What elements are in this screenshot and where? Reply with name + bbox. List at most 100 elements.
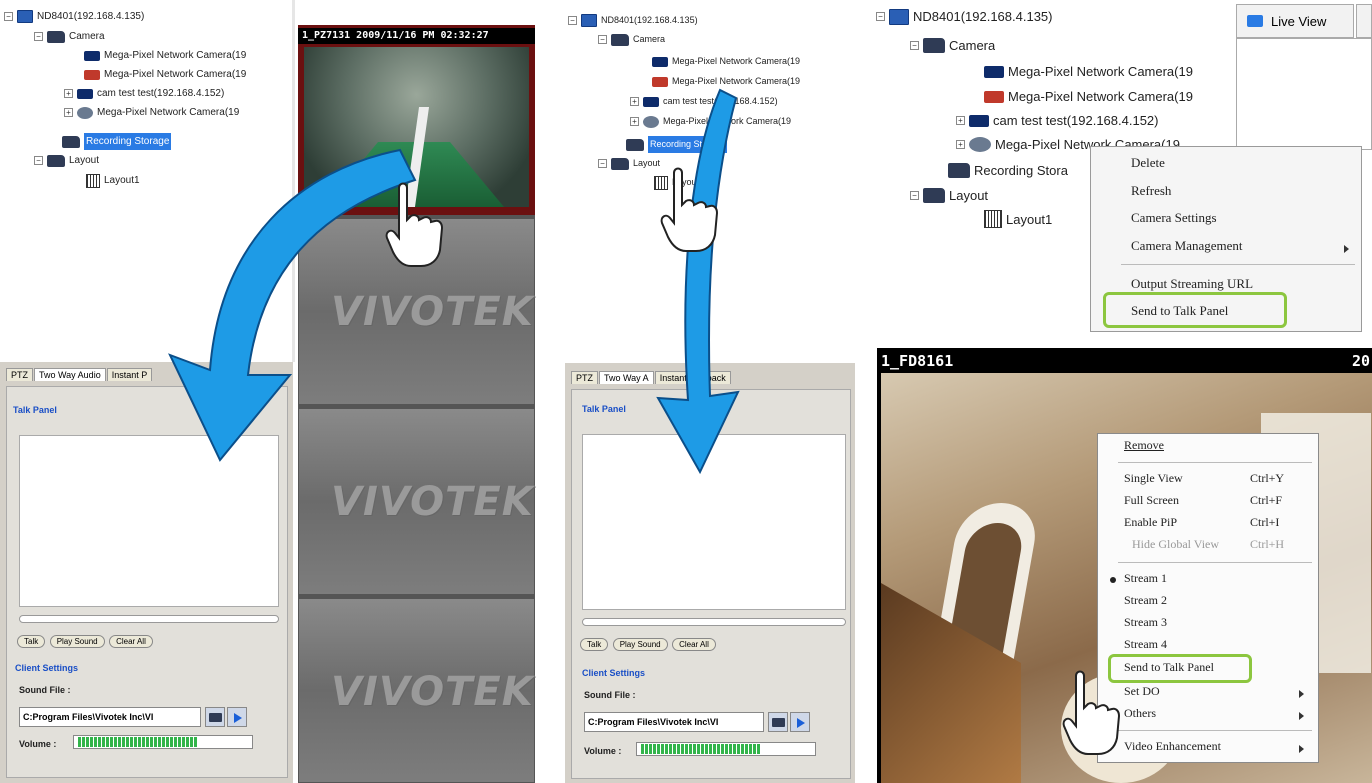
tree-item-cam1[interactable]: Mega-Pixel Network Camera(19 bbox=[672, 53, 800, 70]
sound-file-input[interactable]: C:Program Files\Vivotek Inc\VI bbox=[584, 712, 764, 732]
tree-item-layout1[interactable]: Layout1 bbox=[1006, 211, 1052, 228]
folder-icon bbox=[923, 188, 945, 203]
tree-item-layout[interactable]: Layout bbox=[69, 152, 99, 169]
dome-camera-icon bbox=[77, 106, 93, 119]
camera-icon bbox=[1247, 15, 1263, 27]
submenu-arrow-icon bbox=[1344, 245, 1349, 253]
menu-enable-pip-label: Enable PiP bbox=[1124, 515, 1177, 529]
play-file-button[interactable] bbox=[790, 712, 810, 732]
tree-item-camera[interactable]: Camera bbox=[633, 31, 665, 48]
expand-toggle[interactable]: + bbox=[64, 108, 73, 117]
nvr-icon bbox=[889, 8, 909, 25]
talk-button[interactable]: Talk bbox=[580, 638, 609, 651]
tab-instant-playback[interactable]: Instant P bbox=[106, 368, 153, 381]
tree-item-recording[interactable]: Recording Stora bbox=[974, 162, 1068, 179]
collapse-toggle[interactable]: − bbox=[910, 191, 919, 200]
expand-toggle[interactable]: + bbox=[64, 89, 73, 98]
collapse-toggle[interactable]: − bbox=[4, 12, 13, 21]
tree-item-cam4[interactable]: Mega-Pixel Network Camera(19 bbox=[97, 104, 239, 121]
talk-scrollbar[interactable] bbox=[582, 618, 846, 626]
menu-output-streaming-url[interactable]: Output Streaming URL bbox=[1091, 276, 1361, 292]
menu-full-screen[interactable]: Full Screen Ctrl+F bbox=[1098, 493, 1318, 508]
tree-item-cam1[interactable]: Mega-Pixel Network Camera(19 bbox=[1008, 63, 1193, 80]
volume-meter[interactable] bbox=[73, 735, 253, 749]
tab-ptz[interactable]: PTZ bbox=[6, 368, 33, 381]
menu-stream-1[interactable]: Stream 1 bbox=[1098, 571, 1318, 586]
tab-scroll[interactable] bbox=[1356, 4, 1372, 38]
tree-item-camera[interactable]: Camera bbox=[69, 28, 105, 45]
tree-item-cam2[interactable]: Mega-Pixel Network Camera(19 bbox=[104, 66, 246, 83]
storage-icon bbox=[948, 163, 970, 178]
menu-stream-3[interactable]: Stream 3 bbox=[1098, 615, 1318, 630]
tree-item-cam1[interactable]: Mega-Pixel Network Camera(19 bbox=[104, 47, 246, 64]
vivotek-logo: VIVOTEK bbox=[331, 669, 534, 715]
video-title-bar: 1_PZ7131 2009/11/16 PM 02:32:27 bbox=[298, 28, 535, 44]
browse-folder-button[interactable] bbox=[205, 707, 225, 727]
sound-file-label: Sound File : bbox=[19, 685, 71, 695]
menu-single-view[interactable]: Single View Ctrl+Y bbox=[1098, 471, 1318, 486]
expand-toggle[interactable]: + bbox=[630, 117, 639, 126]
tree-item-cam3[interactable]: cam test test(192.168.4.152) bbox=[97, 85, 224, 102]
menu-stream-4[interactable]: Stream 4 bbox=[1098, 637, 1318, 652]
vivotek-logo: VIVOTEK bbox=[331, 479, 534, 525]
tree-item-cam3[interactable]: cam test test(192.168.4.152) bbox=[993, 112, 1158, 129]
play-sound-button[interactable]: Play Sound bbox=[49, 635, 105, 648]
tree-item-layout1[interactable]: Layout1 bbox=[104, 172, 140, 189]
menu-separator bbox=[1118, 462, 1312, 463]
talk-button[interactable]: Talk bbox=[17, 635, 46, 648]
collapse-toggle[interactable]: − bbox=[910, 41, 919, 50]
expand-toggle[interactable]: + bbox=[956, 140, 965, 149]
highlight-send-to-talk bbox=[1103, 292, 1287, 328]
menu-enable-pip[interactable]: Enable PiP Ctrl+I bbox=[1098, 515, 1318, 530]
collapse-toggle[interactable]: − bbox=[598, 159, 607, 168]
sound-file-label: Sound File : bbox=[584, 690, 636, 700]
talk-scrollbar[interactable] bbox=[19, 615, 279, 623]
clear-all-button[interactable]: Clear All bbox=[109, 635, 153, 648]
menu-refresh[interactable]: Refresh bbox=[1091, 183, 1361, 199]
tree-item-layout[interactable]: Layout bbox=[949, 187, 988, 204]
menu-camera-management[interactable]: Camera Management bbox=[1091, 238, 1361, 254]
play-sound-button[interactable]: Play Sound bbox=[612, 638, 668, 651]
panel1-tabs: PTZ Two Way Audio Instant P bbox=[6, 368, 153, 381]
hand-pointer-icon bbox=[385, 182, 444, 267]
camera-offline-icon bbox=[84, 69, 100, 80]
talk-panel-heading: Talk Panel bbox=[13, 405, 57, 415]
play-icon bbox=[234, 713, 242, 723]
collapse-toggle[interactable]: − bbox=[876, 12, 885, 21]
live-view-tab[interactable]: Live View bbox=[1236, 4, 1354, 38]
browse-folder-button[interactable] bbox=[768, 712, 788, 732]
tree-item-cam2[interactable]: Mega-Pixel Network Camera(19 bbox=[1008, 88, 1193, 105]
tab-two-way-audio[interactable]: Two Way Audio bbox=[34, 368, 106, 381]
collapse-toggle[interactable]: − bbox=[34, 32, 43, 41]
talk-buttons: Talk Play Sound Clear All bbox=[17, 631, 153, 649]
highlight-send-to-talk bbox=[1108, 654, 1252, 683]
collapse-toggle[interactable]: − bbox=[598, 35, 607, 44]
menu-stream-2[interactable]: Stream 2 bbox=[1098, 593, 1318, 608]
sound-file-input[interactable]: C:Program Files\Vivotek Inc\VI bbox=[19, 707, 201, 727]
tree-item-nvr[interactable]: ND8401(192.168.4.135) bbox=[37, 8, 144, 25]
layout-grid-icon bbox=[86, 173, 100, 188]
video-tile-empty-3[interactable]: VIVOTEK bbox=[298, 598, 535, 783]
collapse-toggle[interactable]: − bbox=[568, 16, 577, 25]
layout-grid-icon bbox=[984, 210, 1002, 228]
volume-meter[interactable] bbox=[636, 742, 816, 756]
shortcut: Ctrl+I bbox=[1250, 515, 1280, 529]
expand-toggle[interactable]: + bbox=[956, 116, 965, 125]
menu-others[interactable]: Others bbox=[1098, 706, 1318, 721]
hand-pointer-icon bbox=[1062, 670, 1121, 755]
collapse-toggle[interactable]: − bbox=[34, 156, 43, 165]
menu-set-do[interactable]: Set DO bbox=[1098, 684, 1318, 699]
play-file-button[interactable] bbox=[227, 707, 247, 727]
clear-all-button[interactable]: Clear All bbox=[672, 638, 716, 651]
menu-video-enhancement[interactable]: Video Enhancement bbox=[1098, 739, 1318, 754]
expand-toggle[interactable]: + bbox=[630, 97, 639, 106]
menu-delete[interactable]: Delete bbox=[1091, 155, 1361, 171]
camera-icon bbox=[77, 88, 93, 99]
tree-item-camera[interactable]: Camera bbox=[949, 37, 995, 54]
tree-item-nvr[interactable]: ND8401(192.168.4.135) bbox=[601, 12, 698, 29]
tab-ptz[interactable]: PTZ bbox=[571, 371, 598, 384]
menu-camera-settings[interactable]: Camera Settings bbox=[1091, 210, 1361, 226]
tree-item-nvr[interactable]: ND8401(192.168.4.135) bbox=[913, 8, 1053, 25]
video-title: 1_FD8161 bbox=[881, 352, 954, 370]
menu-remove[interactable]: Remove bbox=[1098, 438, 1318, 453]
